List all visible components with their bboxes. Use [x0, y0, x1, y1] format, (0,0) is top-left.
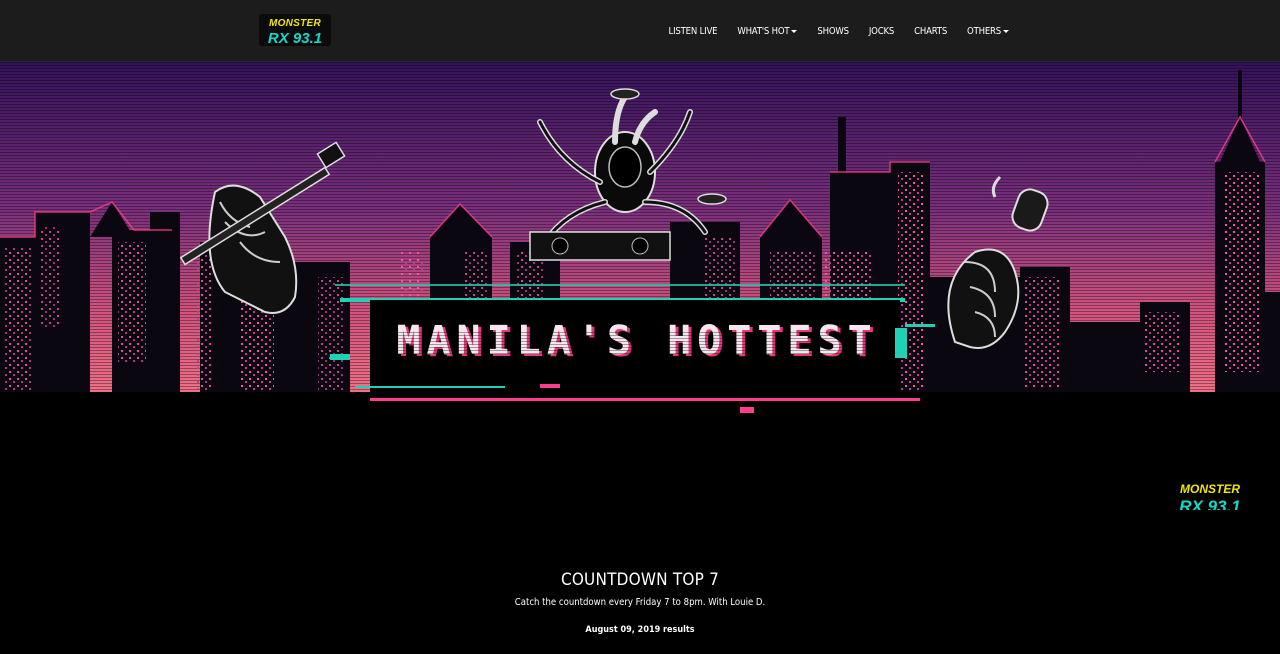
countdown-section: COUNTDOWN TOP 7 Catch the countdown ever…: [0, 510, 1280, 635]
nav-whats-hot[interactable]: WHAT'S HOT: [727, 26, 807, 37]
nav-jocks[interactable]: JOCKS: [859, 26, 904, 37]
hero-logo-line-2: RX 93.1: [1179, 497, 1241, 510]
nav-shows[interactable]: SHOWS: [807, 26, 858, 37]
hero-banner: MANILA'S HOTTEST MANILA'S HOTTEST MONSTE…: [0, 62, 1280, 510]
nav-jocks-label: JOCKS: [868, 25, 895, 37]
nav-listen-live-label: LISTEN LIVE: [668, 25, 718, 37]
chevron-down-icon: [791, 29, 798, 33]
banner-scanlines: [385, 330, 895, 356]
nav-others-label: OTHERS: [967, 25, 1001, 37]
logo-line-2: RX 93.1: [267, 30, 323, 47]
nav-listen-live[interactable]: LISTEN LIVE: [659, 26, 728, 37]
city-skyline-illustration: MANILA'S HOTTEST MANILA'S HOTTEST: [0, 62, 1280, 510]
station-logo[interactable]: MONSTER RX 93.1: [259, 14, 331, 47]
hero-corner-logo: MONSTER RX 93.1: [1174, 482, 1246, 510]
top-navbar: MONSTER RX 93.1 LISTEN LIVE WHAT'S HOT S…: [0, 0, 1280, 62]
nav-charts[interactable]: CHARTS: [904, 26, 957, 37]
ground: [0, 392, 1280, 510]
hero-logo-line-1: MONSTER: [1180, 482, 1240, 496]
chevron-down-icon: [1003, 29, 1009, 33]
countdown-subtitle: Catch the countdown every Friday 7 to 8p…: [514, 597, 766, 608]
countdown-date: August 09, 2019 results: [585, 625, 695, 635]
nav-charts-label: CHARTS: [914, 25, 948, 37]
main-menu: LISTEN LIVE WHAT'S HOT SHOWS JOCKS CHART…: [659, 0, 1019, 62]
logo-line-1: MONSTER: [268, 18, 322, 29]
countdown-title: COUNTDOWN TOP 7: [560, 570, 720, 590]
nav-whats-hot-label: WHAT'S HOT: [737, 25, 790, 37]
nav-others[interactable]: OTHERS: [957, 26, 1019, 37]
nav-shows-label: SHOWS: [817, 25, 849, 37]
